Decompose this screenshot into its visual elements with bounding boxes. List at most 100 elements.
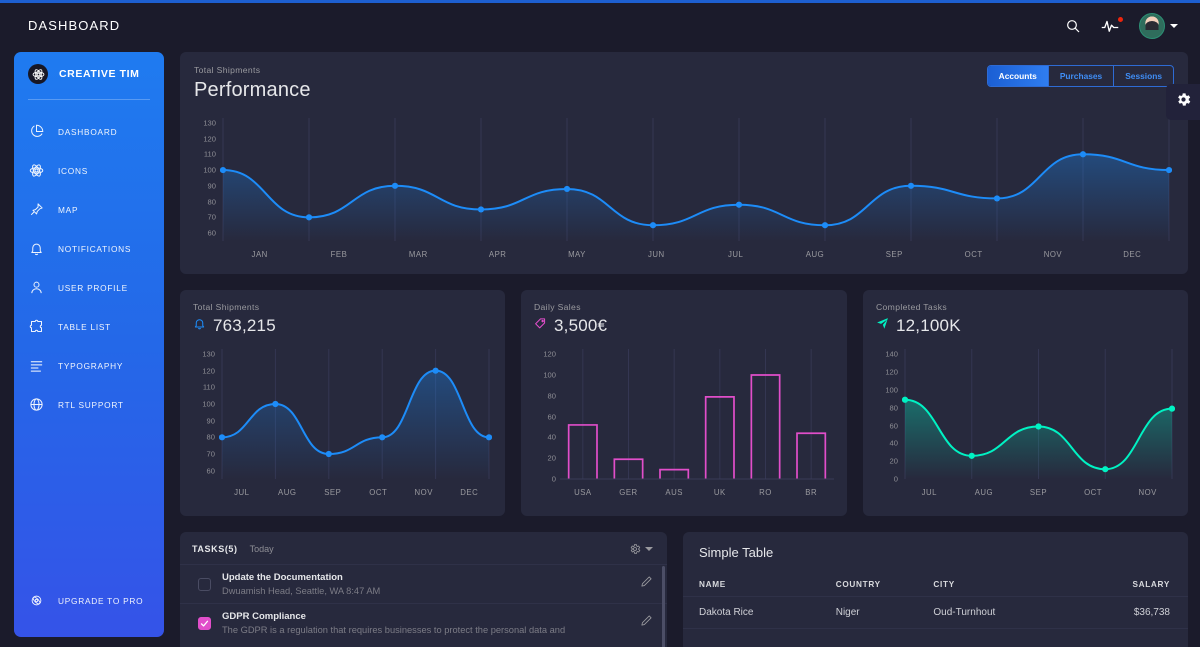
pencil-icon[interactable]	[640, 575, 653, 593]
top-header: DASHBOARD	[0, 3, 1200, 48]
globe-icon	[28, 396, 45, 413]
chart-plot	[219, 349, 492, 479]
chart-plot	[220, 118, 1172, 241]
sidebar-item-notifications[interactable]: NOTIFICATIONS	[14, 229, 164, 268]
chart-plot	[902, 349, 1175, 479]
y-tick-label: 120	[202, 366, 215, 376]
tab-accounts[interactable]: Accounts	[987, 66, 1048, 86]
column-header-name: NAME	[683, 574, 836, 597]
y-axis: 130 120 110 100 90 80 70 60	[193, 345, 215, 497]
tasks-settings-button[interactable]	[629, 543, 653, 555]
sidebar-item-icons[interactable]: ICONS	[14, 151, 164, 190]
y-tick-label: 0	[551, 474, 556, 484]
x-tick-label: AUG	[278, 488, 297, 497]
task-checkbox[interactable]	[198, 577, 211, 591]
avatar-image	[1139, 12, 1165, 39]
atom-logo-icon	[28, 64, 48, 84]
task-description: The GDPR is a regulation that requires b…	[222, 625, 566, 635]
sidebar-item-table-list[interactable]: TABLE LIST	[14, 307, 164, 346]
x-tick-label: JAN	[251, 250, 268, 259]
tab-purchases[interactable]: Purchases	[1047, 66, 1113, 86]
x-axis: USA GER AUS UK RO BR	[560, 488, 834, 497]
completed-tasks-chart: 140 120 100 80 60 40 20 0 JUL AUG SEP OCT NOV	[876, 345, 1177, 497]
x-tick-label: NOV	[1138, 488, 1157, 497]
x-tick-label: GER	[619, 488, 638, 497]
sidebar-item-label: DASHBOARD	[58, 126, 118, 137]
sidebar-item-label: UPGRADE TO PRO	[58, 595, 144, 606]
y-tick-label: 70	[206, 449, 215, 459]
stat-value-row: 763,215	[193, 316, 492, 336]
tab-sessions[interactable]: Sessions	[1113, 66, 1173, 86]
x-tick-label: USA	[574, 488, 592, 497]
y-tick-label: 140	[885, 349, 898, 359]
tasks-title: TASKS(5)	[192, 544, 238, 554]
sidebar-brand[interactable]: CREATIVE TIM	[14, 52, 164, 96]
sidebar-item-typography[interactable]: TYPOGRAPHY	[14, 346, 164, 385]
y-axis: 120 100 80 60 40 20 0	[534, 345, 556, 497]
settings-fab-button[interactable]	[1166, 84, 1200, 120]
y-tick-label: 70	[207, 212, 216, 222]
daily-sales-card: Daily Sales 3,500€ 120 100 80 60 40 20 0 USA GER…	[521, 290, 847, 516]
x-tick-label: JUL	[727, 250, 744, 259]
pie-chart-icon	[28, 123, 45, 140]
search-icon[interactable]	[1065, 18, 1081, 34]
cell-name: Dakota Rice	[683, 596, 836, 629]
x-axis: JAN FEB MAR APR MAY JUN JUL AUG SEP OCT NOV DEC	[220, 250, 1172, 259]
sidebar-item-map[interactable]: MAP	[14, 190, 164, 229]
stat-value: 763,215	[213, 316, 276, 335]
task-text: Update the Documentation Dwuamish Head, …	[222, 572, 380, 596]
sidebar-item-upgrade-to-pro[interactable]: UPGRADE TO PRO	[14, 581, 164, 620]
y-tick-label: 40	[889, 438, 898, 448]
sidebar-item-label: NOTIFICATIONS	[58, 243, 132, 254]
table-header-row: NAME COUNTRY CITY SALARY	[683, 574, 1188, 597]
x-tick-label: DEC	[460, 488, 479, 497]
sidebar-item-label: MAP	[58, 204, 79, 215]
bell-icon	[193, 317, 206, 335]
task-item: Update the Documentation Dwuamish Head, …	[180, 564, 667, 603]
send-icon	[876, 317, 889, 335]
bell-icon	[28, 240, 45, 257]
y-tick-label: 110	[202, 382, 215, 392]
chevron-down-icon	[645, 547, 653, 551]
pencil-icon[interactable]	[640, 614, 653, 632]
y-tick-label: 130	[203, 118, 216, 128]
task-checkbox[interactable]	[198, 616, 211, 630]
x-tick-label: MAY	[568, 250, 586, 259]
x-tick-label: SEP	[324, 488, 342, 497]
y-tick-label: 60	[547, 412, 556, 422]
task-name: GDPR Compliance	[222, 611, 306, 622]
tasks-card: TASKS(5) Today Update the Documentation …	[180, 532, 667, 647]
bottom-row: TASKS(5) Today Update the Documentation …	[180, 532, 1188, 647]
x-tick-label: OCT	[964, 250, 983, 259]
y-tick-label: 100	[543, 370, 556, 380]
y-tick-label: 60	[207, 228, 216, 238]
avatar[interactable]	[1139, 12, 1178, 39]
task-text: GDPR Compliance The GDPR is a regulation…	[222, 611, 565, 635]
x-tick-label: DEC	[1123, 250, 1142, 259]
x-tick-label: NOV	[1043, 250, 1063, 259]
sidebar-item-rtl-support[interactable]: RTL SUPPORT	[14, 385, 164, 424]
stat-subtitle: Daily Sales	[534, 302, 581, 312]
cell-salary: $36,738	[1067, 596, 1188, 629]
main-content: Total Shipments Performance Accounts Pur…	[180, 52, 1188, 647]
y-tick-label: 110	[203, 149, 216, 159]
sidebar-brand-label: CREATIVE TIM	[59, 68, 140, 80]
y-tick-label: 20	[889, 456, 898, 466]
sidebar-item-user-profile[interactable]: USER PROFILE	[14, 268, 164, 307]
total-shipments-chart: 130 120 110 100 90 80 70 60 JUL AUG SEP OCT NOV DEC	[193, 345, 494, 497]
y-tick-label: 130	[202, 349, 215, 359]
pulse-activity-icon[interactable]	[1101, 16, 1123, 34]
tag-icon	[534, 317, 547, 335]
x-tick-label: AUS	[665, 488, 683, 497]
simple-table: NAME COUNTRY CITY SALARY Dakota Rice Nig…	[683, 574, 1188, 629]
performance-card: Total Shipments Performance Accounts Pur…	[180, 52, 1188, 274]
x-tick-label: MAR	[408, 250, 428, 259]
tasks-subtitle: Today	[249, 544, 274, 554]
tasks-scrollbar[interactable]	[662, 566, 665, 647]
sidebar-item-dashboard[interactable]: DASHBOARD	[14, 112, 164, 151]
x-axis: JUL AUG SEP OCT NOV DEC	[219, 488, 492, 497]
stat-subtitle: Completed Tasks	[876, 302, 948, 312]
x-tick-label: FEB	[330, 250, 348, 259]
pin-icon	[28, 201, 45, 218]
atom-icon	[28, 162, 45, 179]
